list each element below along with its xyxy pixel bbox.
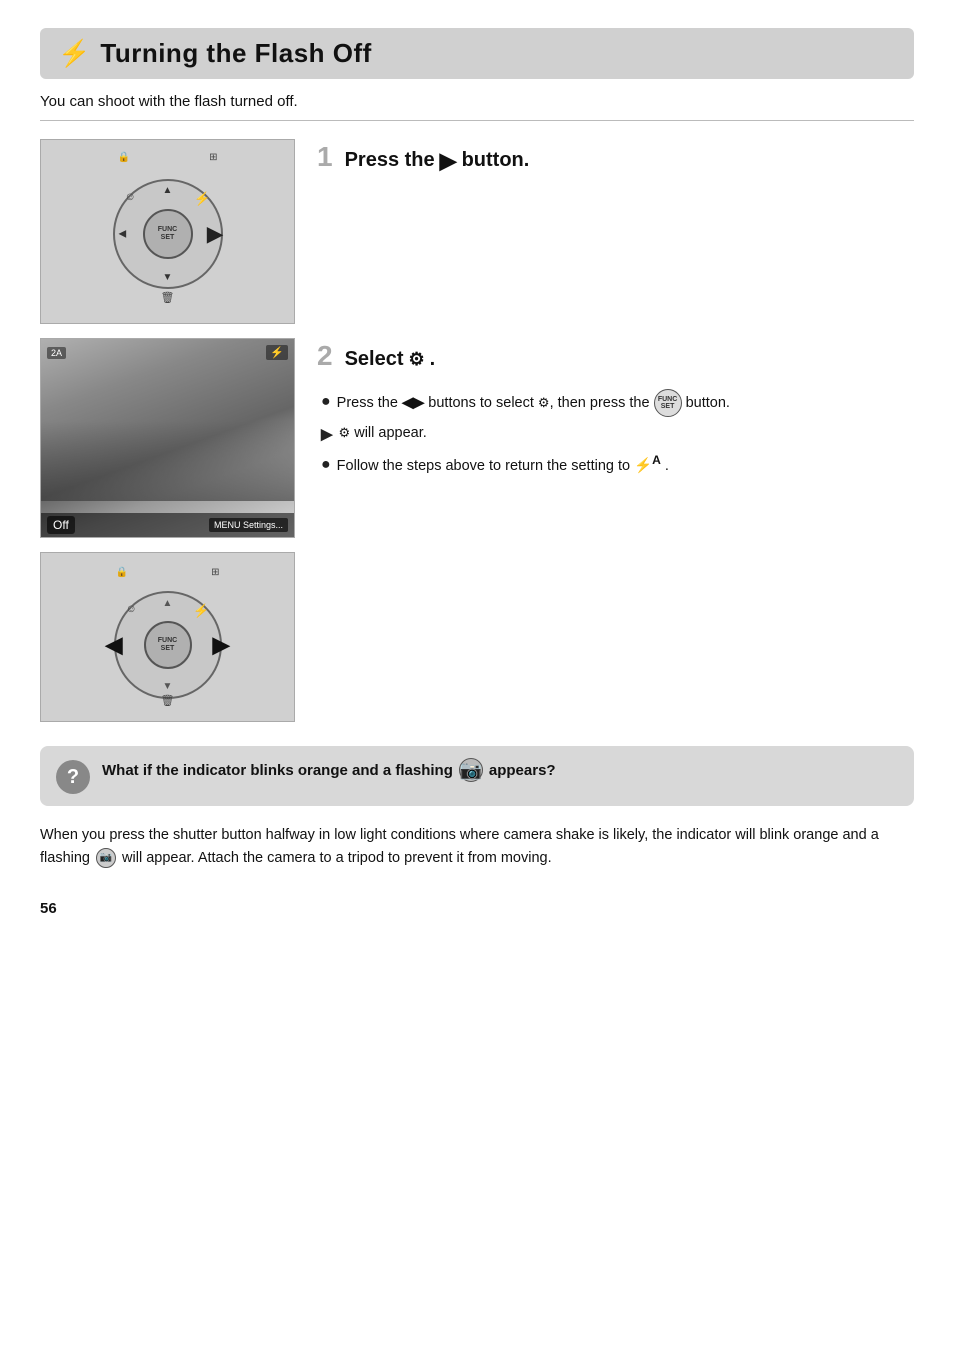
step-1-title-post: button. [462,149,530,172]
bullet-3-text: Follow the steps above to return the set… [337,452,669,477]
bullet-circle-3: ● [321,453,331,476]
page-header: ⚡ Turning the Flash Off [40,28,914,79]
body-text: When you press the shutter button halfwa… [40,824,914,870]
tip-title: What if the indicator blinks orange and … [102,758,556,782]
step-2-content: 2 Select ⚙ . ● Press the ◀▶ buttons to s… [317,338,914,483]
step-1-image: 🔒 ⊞ FUNCSET ▲ ▼ ◀ [40,139,295,324]
tip-camera-shake-icon: 📷 [459,758,483,782]
tip-title-pre: What if the indicator blinks orange and … [102,760,453,781]
off-label: Off [47,516,75,534]
subtitle: You can shoot with the flash turned off. [40,93,914,110]
step-3-row: 🔒 ⊞ FUNCSET ◀ ▶ ▲ ▼ ☺ ⚡ [40,552,914,722]
page-number: 56 [40,900,914,917]
bullet-2-text: ⚙ will appear. [339,423,427,444]
two-a-badge: 2A [47,347,66,359]
camera-bottom-bar: Off MENU Settings... [41,513,294,537]
tip-title-post: appears? [489,760,556,781]
flash-icon: ⚡ [58,38,90,69]
step-2-number: 2 [317,342,333,370]
page-title: Turning the Flash Off [100,38,371,69]
step-1-title: Press the ▶ button. [345,148,530,174]
bullet-1: ● Press the ◀▶ buttons to select ⚙, then… [321,389,914,417]
bullet-3: ● Follow the steps above to return the s… [321,452,914,477]
step-2-bullets: ● Press the ◀▶ buttons to select ⚙, then… [321,389,914,477]
step-1-row: 🔒 ⊞ FUNCSET ▲ ▼ ◀ [40,139,914,324]
step-3-content [317,552,914,556]
tip-question-icon: ? [56,760,90,794]
bullet-arrow-2: ▶ [321,424,333,446]
func-set-icon-1: FUNCSET [654,389,682,417]
tip-content: What if the indicator blinks orange and … [102,758,556,782]
step-2-row: 2A ⚡ Off MENU Settings... 2 [40,338,914,538]
step-3-image: 🔒 ⊞ FUNCSET ◀ ▶ ▲ ▼ ☺ ⚡ [40,552,295,722]
step-2-image: 2A ⚡ Off MENU Settings... [40,338,295,538]
step-1-content: 1 Press the ▶ button. [317,139,914,184]
step-2-title-post: . [430,348,436,371]
step-1-number: 1 [317,143,333,171]
step-1-arrow-icon: ▶ [440,148,457,174]
menu-settings-label: MENU Settings... [209,518,288,532]
body-text-end: will appear. Attach the camera to a trip… [122,850,552,866]
camera-dial-arrows-image: 🔒 ⊞ FUNCSET ◀ ▶ ▲ ▼ ☺ ⚡ [41,553,294,721]
tip-box: ? What if the indicator blinks orange an… [40,746,914,806]
body-camera-icon: 📷 [96,848,116,868]
step-2-title-pre: Select [345,348,404,371]
camera-top-bar: 2A ⚡ [47,345,288,360]
step-1-title-pre: Press the [345,149,435,172]
flash-badge: ⚡ [266,345,288,360]
camera-screen-image: 2A ⚡ Off MENU Settings... [41,339,294,537]
steps-container: 🔒 ⊞ FUNCSET ▲ ▼ ◀ [40,139,914,736]
bullet-circle-1: ● [321,390,331,413]
bullet-1-text: Press the ◀▶ buttons to select ⚙, then p… [337,389,730,417]
bullet-2: ▶ ⚙ will appear. [321,423,914,446]
divider [40,120,914,121]
step-2-symbol: ⚙ [409,349,425,370]
step-2-title: Select ⚙ . [345,348,436,371]
camera-dial-image-1: 🔒 ⊞ FUNCSET ▲ ▼ ◀ [41,140,294,323]
